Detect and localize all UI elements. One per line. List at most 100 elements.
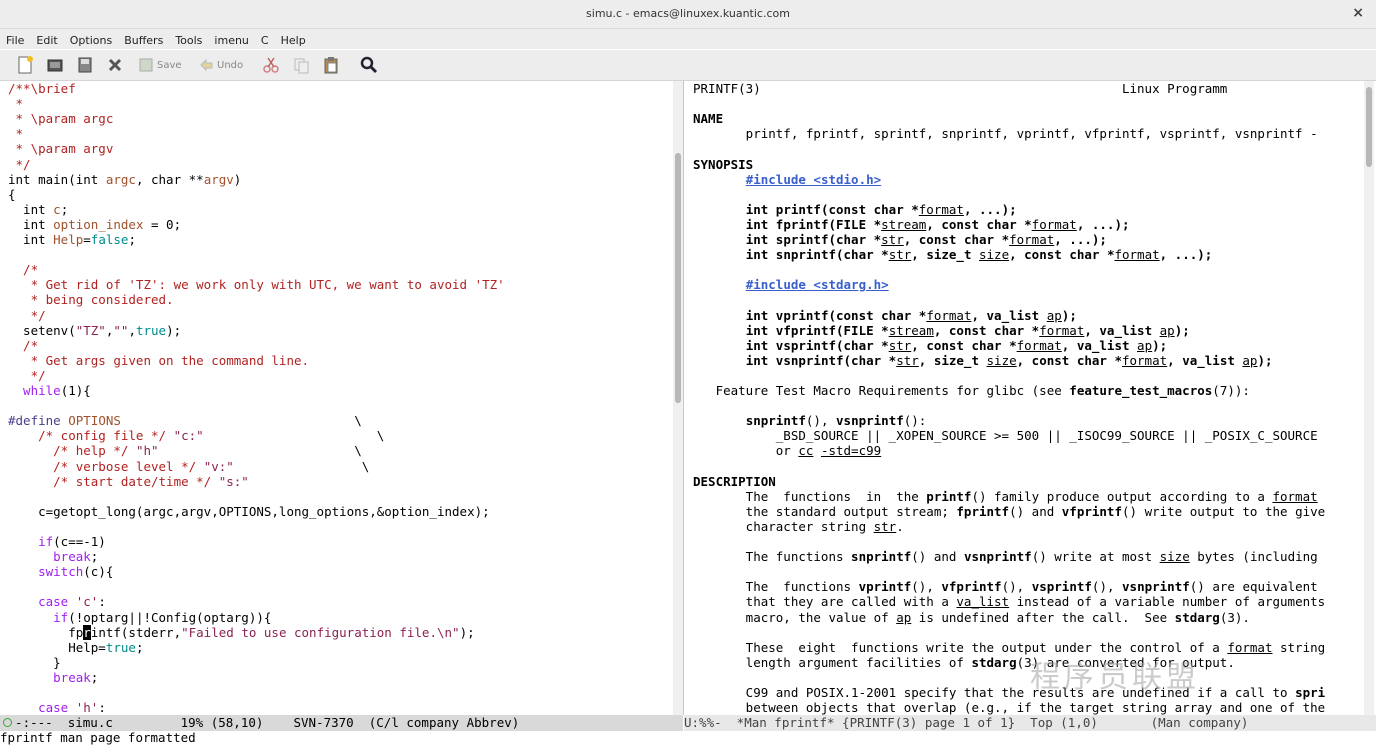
buffer-line[interactable]: printf, fprintf, sprintf, snprintf, vpri… xyxy=(693,126,1318,141)
copy-button[interactable] xyxy=(292,55,310,75)
kill-buffer-button[interactable] xyxy=(106,55,124,75)
buffer-line[interactable]: * \param argv xyxy=(8,141,114,156)
buffer-line[interactable]: C99 and POSIX.1-2001 specify that the re… xyxy=(693,685,1326,700)
buffer-line[interactable]: int printf(const char *format, ...); xyxy=(693,202,1017,217)
line-segment: str xyxy=(881,232,904,247)
buffer-line[interactable]: The functions in the printf() family pro… xyxy=(693,489,1318,504)
buffer-line[interactable]: if(c==-1) xyxy=(8,534,106,549)
buffer-line[interactable]: DESCRIPTION xyxy=(693,474,776,489)
buffer-line[interactable]: int option_index = 0; xyxy=(8,217,181,232)
close-icon[interactable]: × xyxy=(1352,5,1364,21)
buffer-line[interactable]: } xyxy=(8,655,61,670)
buffer-line[interactable]: that they are called with a va_list inst… xyxy=(693,594,1326,609)
buffer-line[interactable]: /* verbose level */ "v:" \ xyxy=(8,459,369,474)
line-segment: str xyxy=(873,518,897,534)
buffer-line[interactable]: case 'c': xyxy=(8,594,106,609)
buffer-line[interactable]: /* start date/time */ "s:" xyxy=(8,474,249,489)
buffer-line[interactable]: These eight functions write the output u… xyxy=(693,640,1326,655)
buffer-line[interactable]: */ xyxy=(8,368,46,383)
buffer-line[interactable]: snprintf(), vsnprintf(): xyxy=(693,413,927,428)
buffer-line[interactable]: the standard output stream; fprintf() an… xyxy=(693,504,1326,519)
menu-edit[interactable]: Edit xyxy=(30,31,63,47)
buffer-line[interactable]: */ xyxy=(8,308,46,323)
buffer-line[interactable]: Feature Test Macro Requirements for glib… xyxy=(693,383,1250,398)
buffer-line[interactable]: * being considered. xyxy=(8,292,174,307)
buffer-line[interactable]: */ xyxy=(8,157,31,172)
buffer-line[interactable]: macro, the value of ap is undefined afte… xyxy=(693,610,1250,625)
buffer-line[interactable]: * \param argc xyxy=(8,111,114,126)
buffer-line[interactable]: int vsnprintf(char *str, size_t size, co… xyxy=(693,353,1273,368)
line-segment: , ...); xyxy=(1159,247,1213,263)
buffer-line[interactable]: int main(int argc, char **argv) xyxy=(8,172,241,187)
buffer-line[interactable]: int sprintf(char *str, const char *forma… xyxy=(693,232,1107,247)
buffer-line[interactable]: int vsprintf(char *str, const char *form… xyxy=(693,338,1167,353)
buffer-line[interactable]: int snprintf(char *str, size_t size, con… xyxy=(693,247,1213,263)
right-scrollbar[interactable] xyxy=(1364,81,1374,715)
buffer-line[interactable]: break; xyxy=(8,549,98,564)
buffer-line[interactable]: int vfprintf(FILE *stream, const char *f… xyxy=(693,323,1190,338)
buffer-line[interactable]: /* xyxy=(8,338,38,353)
menu-c[interactable]: C xyxy=(255,31,275,47)
left-scrollbar-thumb[interactable] xyxy=(675,153,681,403)
menu-options[interactable]: Options xyxy=(64,31,118,47)
buffer-line[interactable]: #include <stdio.h> xyxy=(693,172,881,187)
buffer-line[interactable]: or cc -std=c99 xyxy=(693,443,881,458)
buffer-line[interactable]: #define OPTIONS \ xyxy=(8,413,362,428)
menu-buffers[interactable]: Buffers xyxy=(118,31,169,47)
buffer-line[interactable]: Help=true; xyxy=(8,640,143,655)
minibuffer[interactable]: fprintf man page formatted xyxy=(0,731,1376,745)
man-page-pane[interactable]: PRINTF(3) Linux Programm NAME printf, fpr… xyxy=(686,81,1362,715)
buffer-line[interactable]: setenv("TZ","",true); xyxy=(8,323,181,338)
buffer-line[interactable]: PRINTF(3) Linux Programm xyxy=(693,81,1227,96)
text-cursor: r xyxy=(83,624,91,640)
buffer-line[interactable]: /* help */ "h" \ xyxy=(8,443,362,458)
buffer-line[interactable]: The functions snprintf() and vsnprintf()… xyxy=(693,549,1318,564)
buffer-line[interactable]: /* config file */ "c:" \ xyxy=(8,428,384,443)
buffer-line[interactable]: int vprintf(const char *format, va_list … xyxy=(693,308,1077,323)
buffer-line[interactable]: character string str. xyxy=(693,519,904,534)
menu-imenu[interactable]: imenu xyxy=(208,31,254,47)
buffer-line[interactable]: case 'h': xyxy=(8,700,106,715)
new-file-button[interactable] xyxy=(16,55,34,75)
undo-button[interactable]: Undo xyxy=(198,55,243,75)
buffer-line[interactable]: c=getopt_long(argc,argv,OPTIONS,long_opt… xyxy=(8,504,490,519)
line-segment: size xyxy=(979,247,1010,263)
buffer-line[interactable]: break; xyxy=(8,670,98,685)
menu-help[interactable]: Help xyxy=(275,31,312,47)
buffer-line[interactable]: switch(c){ xyxy=(8,564,113,579)
paste-button[interactable] xyxy=(322,55,340,75)
left-scrollbar[interactable] xyxy=(673,81,683,715)
line-segment xyxy=(128,443,136,458)
buffer-line[interactable]: { xyxy=(8,187,16,202)
line-segment: () are equivalent xyxy=(1189,579,1318,595)
source-buffer-pane[interactable]: /**\brief * * \param argc * * \param arg… xyxy=(0,81,666,715)
cut-button[interactable] xyxy=(262,55,280,75)
buffer-line[interactable]: _BSD_SOURCE || _XOPEN_SOURCE >= 500 || _… xyxy=(693,428,1318,443)
save-button[interactable]: Save xyxy=(138,55,182,75)
buffer-line[interactable]: between objects that overlap (e.g., if t… xyxy=(693,700,1325,715)
buffer-line[interactable]: * xyxy=(8,96,24,111)
buffer-line[interactable]: int fprintf(FILE *stream, const char *fo… xyxy=(693,217,1130,232)
buffer-line[interactable]: int c; xyxy=(8,202,68,217)
buffer-line[interactable]: * Get rid of 'TZ': we work only with UTC… xyxy=(8,277,505,292)
buffer-line[interactable]: #include <stdarg.h> xyxy=(693,277,889,292)
right-scrollbar-thumb[interactable] xyxy=(1366,87,1372,167)
menu-file[interactable]: File xyxy=(0,31,30,47)
buffer-line[interactable]: /* xyxy=(8,262,38,277)
open-button[interactable] xyxy=(46,55,64,75)
save-disk-button[interactable] xyxy=(76,55,94,75)
buffer-line[interactable]: fprintf(stderr,"Failed to use configurat… xyxy=(8,624,475,640)
menu-tools[interactable]: Tools xyxy=(169,31,208,47)
buffer-line[interactable]: SYNOPSIS xyxy=(693,157,753,172)
buffer-line[interactable]: * Get args given on the command line. xyxy=(8,353,309,368)
line-segment: , ...); xyxy=(1076,216,1130,232)
buffer-line[interactable]: The functions vprintf(), vfprintf(), vsp… xyxy=(693,579,1318,594)
buffer-line[interactable]: * xyxy=(8,126,24,141)
buffer-line[interactable]: int Help=false; xyxy=(8,232,136,247)
buffer-line[interactable]: if(!optarg||!Config(optarg)){ xyxy=(8,610,271,625)
search-button[interactable] xyxy=(360,55,378,75)
buffer-line[interactable]: NAME xyxy=(693,111,723,126)
buffer-line[interactable]: /**\brief xyxy=(8,81,76,96)
line-segment: , const char * xyxy=(1009,247,1115,263)
buffer-line[interactable]: while(1){ xyxy=(8,383,91,398)
